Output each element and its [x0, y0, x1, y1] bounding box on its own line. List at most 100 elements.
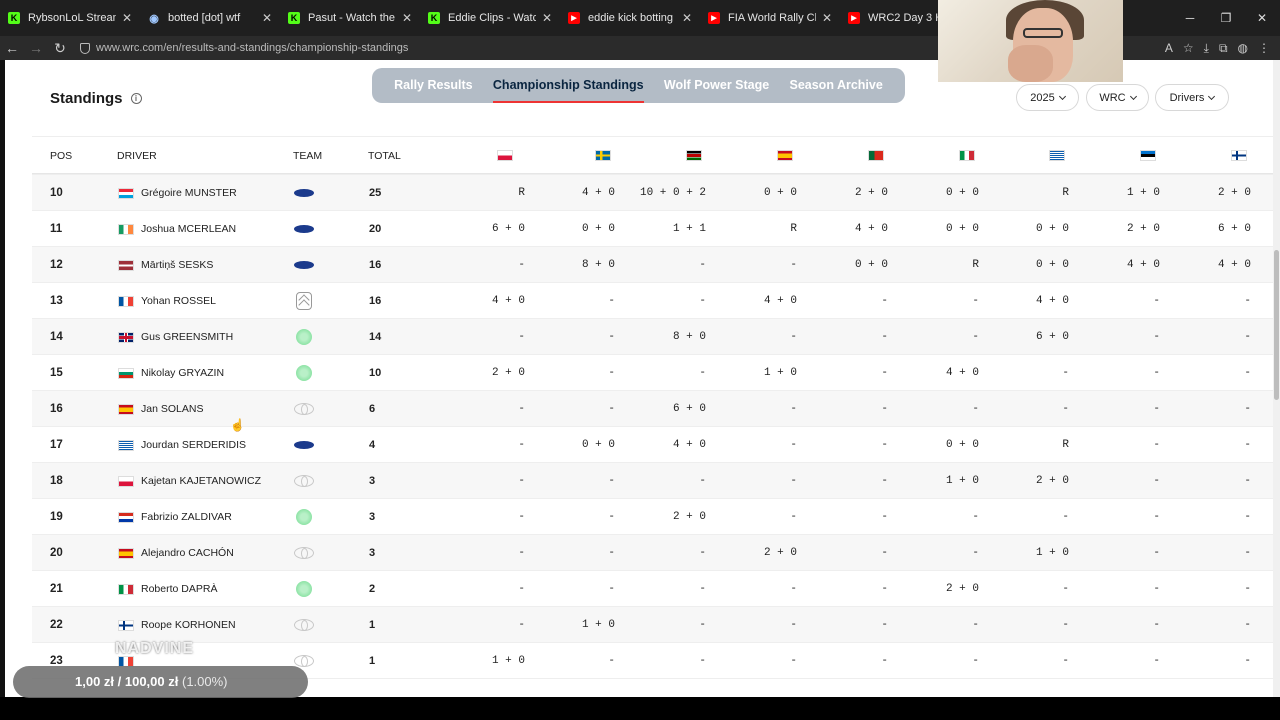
- browser-tab[interactable]: K RybsonLoL Stream - ✕: [0, 0, 140, 36]
- total-points-cell: 3: [369, 511, 376, 523]
- rally-result-cell: -: [1244, 583, 1251, 595]
- minimize-icon[interactable]: ─: [1172, 0, 1208, 36]
- driver-name[interactable]: Mārtiņš SESKS: [141, 247, 213, 283]
- col-team[interactable]: TEAM: [293, 150, 322, 162]
- rally-flag-kenya-icon: [686, 150, 702, 161]
- scrollbar-thumb[interactable]: [1274, 250, 1279, 400]
- table-row[interactable]: 10 Grégoire MUNSTER 25 R 4 + 0 10 + 0 + 2 0 + …: [32, 175, 1273, 211]
- rally-result-cell: 4 + 0: [1035, 295, 1069, 307]
- table-row[interactable]: 16 Jan SOLANS 6 - - 6 + 0 - - - - - -: [32, 391, 1273, 427]
- forward-icon[interactable]: →: [24, 40, 48, 56]
- rally-result-cell: -: [972, 547, 979, 559]
- table-row[interactable]: 14 Gus GREENSMITH 14 - - 8 + 0 - - - 6 + 0 - -: [32, 319, 1273, 355]
- table-row[interactable]: 22 Roope KORHONEN 1 - 1 + 0 - - - - - - -: [32, 607, 1273, 643]
- rally-result-cell: -: [608, 655, 615, 667]
- table-row[interactable]: 19 Fabrizio ZALDIVAR 3 - - 2 + 0 - - - - - -: [32, 499, 1273, 535]
- rally-result-cell: 6 + 0: [1217, 223, 1251, 235]
- extensions-icon[interactable]: ⧉: [1219, 41, 1228, 56]
- table-row[interactable]: 18 Kajetan KAJETANOWICZ 3 - - - - - 1 + 0 2 + 0 - -: [32, 463, 1273, 499]
- table-row[interactable]: 21 Roberto DAPRÀ 2 - - - - - 2 + 0 - - -: [32, 571, 1273, 607]
- rally-result-cell: -: [608, 403, 615, 415]
- translate-icon[interactable]: A: [1165, 41, 1173, 56]
- rally-result-cell: -: [518, 403, 525, 415]
- back-icon[interactable]: ←: [0, 40, 24, 56]
- rally-result-cell: -: [1244, 331, 1251, 343]
- close-tab-icon[interactable]: ✕: [542, 11, 552, 25]
- driver-name[interactable]: Nikolay GRYAZIN: [141, 355, 224, 391]
- col-pos[interactable]: POS: [50, 150, 72, 162]
- table-row[interactable]: 11 Joshua MCERLEAN 20 6 + 0 0 + 0 1 + 1 R 4 + 0…: [32, 211, 1273, 247]
- series-select[interactable]: WRC: [1086, 84, 1149, 111]
- rally-result-cell: -: [518, 547, 525, 559]
- close-tab-icon[interactable]: ✕: [122, 11, 132, 25]
- total-points-cell: 2: [369, 583, 376, 595]
- col-total[interactable]: TOTAL: [368, 150, 401, 162]
- nav-item-rally-results[interactable]: Rally Results: [394, 68, 473, 103]
- table-row[interactable]: 15 Nikolay GRYAZIN 10 2 + 0 - - 1 + 0 - 4 + 0 - - -: [32, 355, 1273, 391]
- browser-tab[interactable]: ◉ botted [dot] wtf ✕: [140, 0, 280, 36]
- close-window-icon[interactable]: ✕: [1244, 0, 1280, 36]
- driver-name[interactable]: Joshua MCERLEAN: [141, 211, 236, 247]
- rally-result-cell: 1 + 0: [1035, 547, 1069, 559]
- driver-name[interactable]: Roope KORHONEN: [141, 607, 236, 643]
- driver-name[interactable]: Fabrizio ZALDIVAR: [141, 499, 232, 535]
- driver-name[interactable]: Gus GREENSMITH: [141, 319, 233, 355]
- close-tab-icon[interactable]: ✕: [822, 11, 832, 25]
- browser-tab[interactable]: K Eddie Clips - Watch Live ✕: [420, 0, 560, 36]
- driver-flag-poland-icon: [118, 476, 134, 487]
- year-value: 2025: [1030, 91, 1055, 104]
- menu-icon[interactable]: ⋮: [1258, 41, 1270, 56]
- rally-result-cell: -: [699, 475, 706, 487]
- rally-result-cell: 4 + 0: [1217, 259, 1251, 271]
- table-row[interactable]: 20 Alejandro CACHÓN 3 - - - 2 + 0 - - 1 + 0 - -: [32, 535, 1273, 571]
- restore-icon[interactable]: ❐: [1208, 0, 1244, 36]
- rally-result-cell: -: [972, 403, 979, 415]
- close-tab-icon[interactable]: ✕: [682, 11, 692, 25]
- info-icon[interactable]: i: [130, 93, 142, 104]
- site-info-icon[interactable]: [80, 42, 90, 54]
- close-tab-icon[interactable]: ✕: [402, 11, 412, 25]
- reload-icon[interactable]: ↻: [48, 40, 72, 57]
- col-driver[interactable]: DRIVER: [117, 150, 157, 162]
- nav-item-season-archive[interactable]: Season Archive: [789, 68, 882, 103]
- page-scrollbar[interactable]: [1273, 60, 1280, 697]
- download-icon[interactable]: ⤓: [1204, 41, 1209, 56]
- browser-tab[interactable]: K Pasut - Watch the VOD o ✕: [280, 0, 420, 36]
- bookmark-star-icon[interactable]: ☆: [1183, 41, 1194, 56]
- rally-result-cell: 1 + 1: [672, 223, 706, 235]
- table-row[interactable]: 13 Yohan ROSSEL 16 4 + 0 - - 4 + 0 - - 4 + 0 - -: [32, 283, 1273, 319]
- rally-result-cell: -: [881, 331, 888, 343]
- category-select[interactable]: Drivers: [1155, 84, 1229, 111]
- driver-name[interactable]: Jourdan SERDERIDIS: [141, 427, 246, 463]
- tab-title: eddie kick botting - YouT: [588, 12, 676, 24]
- rally-result-cell: 10 + 0 + 2: [639, 187, 706, 199]
- rally-result-cell: 2 + 0: [491, 367, 525, 379]
- rally-result-cell: 0 + 0: [1035, 223, 1069, 235]
- driver-name[interactable]: Alejandro CACHÓN: [141, 535, 234, 571]
- rally-result-cell: -: [699, 583, 706, 595]
- nav-item-championship-standings[interactable]: Championship Standings: [492, 68, 644, 103]
- rally-result-cell: R: [972, 259, 979, 271]
- year-select[interactable]: 2025: [1016, 84, 1079, 111]
- driver-name[interactable]: Yohan ROSSEL: [141, 283, 216, 319]
- profile-icon[interactable]: ◍: [1238, 41, 1248, 56]
- rally-result-cell: -: [699, 619, 706, 631]
- close-tab-icon[interactable]: ✕: [262, 11, 272, 25]
- rally-flag-spain-icon: [777, 150, 793, 161]
- rally-result-cell: 0 + 0: [581, 439, 615, 451]
- browser-tab[interactable]: ▶ eddie kick botting - YouT ✕: [560, 0, 700, 36]
- driver-name[interactable]: Kajetan KAJETANOWICZ: [141, 463, 261, 499]
- driver-name[interactable]: Jan SOLANS: [141, 391, 203, 427]
- browser-tab[interactable]: ▶ FIA World Rally Champio ✕: [700, 0, 840, 36]
- total-points-cell: 6: [369, 403, 376, 415]
- rally-result-cell: -: [1244, 655, 1251, 667]
- table-row[interactable]: 17 Jourdan SERDERIDIS 4 - 0 + 0 4 + 0 - - 0 + 0 R…: [32, 427, 1273, 463]
- rally-result-cell: -: [881, 547, 888, 559]
- driver-name[interactable]: Roberto DAPRÀ: [141, 571, 217, 607]
- table-row[interactable]: 12 Mārtiņš SESKS 16 - 8 + 0 - - 0 + 0 R 0 + 0 4 + …: [32, 247, 1273, 283]
- driver-name[interactable]: Grégoire MUNSTER: [141, 175, 237, 211]
- rally-result-cell: -: [790, 583, 797, 595]
- rally-result-cell: -: [1153, 367, 1160, 379]
- url-text[interactable]: www.wrc.com/en/results-and-standings/cha…: [96, 42, 408, 54]
- nav-item-wolf-power-stage[interactable]: Wolf Power Stage: [664, 68, 769, 103]
